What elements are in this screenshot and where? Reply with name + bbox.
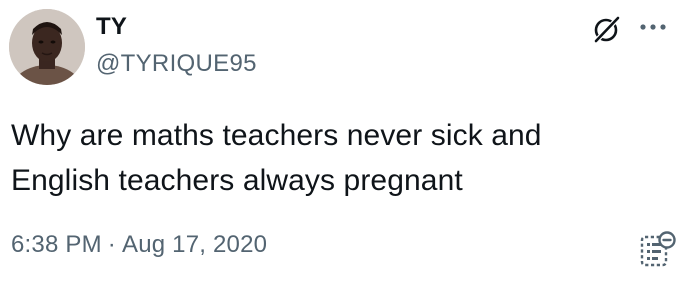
tweet-text-line: English teachers always pregnant xyxy=(11,164,463,197)
tweet-time: 6:38 PM xyxy=(11,231,102,258)
author-display-name[interactable]: TY xyxy=(96,13,127,41)
tweet-text: Why are maths teachers never sick and En… xyxy=(11,113,651,203)
grok-icon[interactable] xyxy=(590,13,622,45)
more-horizontal-icon[interactable] xyxy=(639,20,667,34)
community-note-icon[interactable] xyxy=(637,230,677,270)
tweet-date: Aug 17, 2020 xyxy=(121,231,268,258)
tweet-text-line: Why are maths teachers never sick and xyxy=(11,119,542,152)
tweet-timestamp[interactable]: 6:38 PM · Aug 17, 2020 xyxy=(11,230,267,260)
meta-separator: · xyxy=(107,231,116,258)
author-handle[interactable]: @TYRIQUE95 xyxy=(96,50,257,78)
avatar[interactable] xyxy=(9,9,85,85)
